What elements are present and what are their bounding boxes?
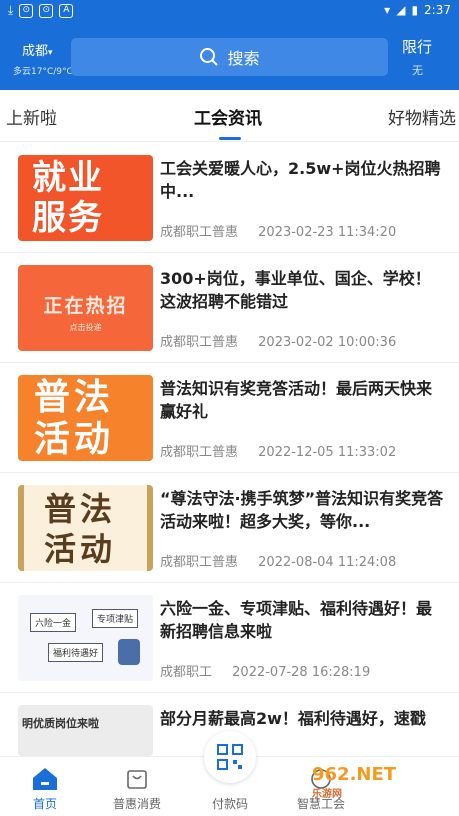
notification-icons: ⤓ ⊙ ⊙ A: [8, 3, 74, 18]
weather-text: 多云17°C/9°C: [13, 67, 73, 77]
article-thumbnail: 明优质岗位来啦: [18, 705, 153, 756]
city-name: 成都: [22, 44, 49, 59]
app-notification-icon: ⊙: [39, 3, 54, 18]
tab-new[interactable]: 上新啦: [6, 104, 57, 129]
article-thumbnail: 就业 服务: [18, 155, 153, 241]
nav-consumption[interactable]: 普惠消费: [102, 767, 172, 812]
status-bar: ⤓ ⊙ ⊙ A ▾ ◢ ▮ 2:37: [0, 0, 459, 22]
article-time: 2022-12-05 11:33:02: [258, 445, 397, 460]
chevron-down-icon: ▾: [48, 48, 53, 58]
category-tabs: 上新啦 工会资讯 好物精选: [0, 90, 459, 142]
thumbnail-text: 明优质岗位来啦: [22, 717, 99, 730]
article-title: “尊法守法·携手筑梦”普法知识有奖竞答活动来啦！超多大奖，等你...: [160, 489, 444, 531]
article-title: 六险一金、专项津贴、福利待遇好！最新招聘信息来啦: [160, 599, 433, 641]
traffic-restriction[interactable]: 限行: [402, 36, 432, 57]
article-thumbnail: 普法 活动: [18, 375, 153, 461]
app-header: 成都▾ 多云17°C/9°C 搜索 限行 无: [0, 22, 459, 90]
article-source: 成都职工普惠: [160, 445, 239, 460]
article-item[interactable]: 普法 活动 “尊法守法·携手筑梦”普法知识有奖竞答活动来啦！超多大奖，等你...…: [0, 473, 459, 583]
article-time: 2022-08-04 11:24:08: [258, 555, 397, 570]
article-meta: 成都职工普惠 2023-02-23 11:34:20: [160, 221, 396, 240]
article-time: 2023-02-02 10:00:36: [258, 335, 397, 350]
article-meta: 成都职工普惠 2022-08-04 11:24:08: [160, 551, 396, 570]
article-thumbnail: 普法 活动: [18, 485, 153, 571]
article-title: 300+岗位，事业单位、国企、学校！这波招聘不能错过: [160, 269, 431, 311]
home-icon: [33, 768, 57, 790]
qr-code-icon: [217, 744, 243, 770]
signal-icon: ◢: [396, 3, 406, 17]
payment-code-button[interactable]: [204, 731, 256, 783]
active-tab-indicator: [219, 137, 241, 140]
thumbnail-text: 普法: [34, 377, 115, 418]
article-source: 成都职工: [160, 665, 213, 680]
thumbnail-text: 正在热招: [43, 295, 128, 317]
article-item[interactable]: 普法 活动 普法知识有奖竞答活动！最后两天快来赢好礼 成都职工普惠 2022-1…: [0, 363, 459, 473]
nav-pay-code-label: 付款码: [211, 797, 248, 811]
article-thumbnail: 六险一金 专项津贴 福利待遇好: [18, 595, 153, 681]
article-title: 部分月薪最高2w！福利待遇好，速戳: [160, 709, 426, 728]
city-selector[interactable]: 成都▾: [22, 40, 53, 59]
nav-home-label: 首页: [32, 797, 57, 811]
nav-home[interactable]: 首页: [10, 767, 80, 812]
thumbnail-text: 点击投递: [69, 323, 102, 332]
article-title: 工会关爱暖人心，2.5w+岗位火热招聘中...: [160, 159, 441, 201]
nav-pay-code[interactable]: 付款码: [195, 795, 265, 812]
clock: 2:37: [424, 3, 451, 17]
download-icon: ⤓: [8, 3, 14, 17]
search-label: 搜索: [227, 49, 260, 68]
wifi-icon: ▾: [384, 3, 391, 17]
thumbnail-text: 活动: [44, 530, 117, 568]
nav-consumption-label: 普惠消费: [112, 797, 161, 811]
article-meta: 成都职工普惠 2023-02-02 10:00:36: [160, 331, 396, 350]
thumbnail-text: 就业: [32, 158, 104, 198]
thumbnail-text: 活动: [34, 419, 115, 460]
thumbnail-text: 服务: [32, 198, 104, 238]
thumbnail-text: 六险一金: [30, 613, 77, 632]
traffic-restriction-value: 无: [412, 64, 423, 77]
article-item[interactable]: 就业 服务 工会关爱暖人心，2.5w+岗位火热招聘中... 成都职工普惠 202…: [0, 143, 459, 253]
app-notification-icon: ⊙: [19, 3, 34, 18]
battery-icon: ▮: [411, 3, 419, 17]
watermark-text: 962.NET: [312, 764, 397, 785]
watermark-subtext: 乐游网: [312, 789, 342, 800]
article-thumbnail: 正在热招 点击投递: [18, 265, 153, 351]
article-source: 成都职工普惠: [160, 555, 239, 570]
search-bar[interactable]: 搜索: [71, 38, 388, 76]
article-time: 2023-02-23 11:34:20: [258, 225, 397, 240]
laptop-illustration: [118, 639, 140, 665]
tab-union-news[interactable]: 工会资讯: [194, 104, 262, 129]
article-source: 成都职工普惠: [160, 225, 239, 240]
article-time: 2022-07-28 16:28:19: [232, 665, 371, 680]
article-title: 普法知识有奖竞答活动！最后两天快来赢好礼: [160, 379, 433, 421]
thumbnail-text: 普法: [44, 490, 117, 528]
thumbnail-text: 专项津贴: [92, 609, 139, 628]
app-notification-icon: A: [59, 3, 74, 18]
thumbnail-text: 福利待遇好: [48, 643, 104, 662]
tab-featured-goods[interactable]: 好物精选: [388, 104, 456, 129]
article-meta: 成都职工 2022-07-28 16:28:19: [160, 661, 370, 680]
article-item[interactable]: 正在热招 点击投递 300+岗位，事业单位、国企、学校！这波招聘不能错过 成都职…: [0, 253, 459, 363]
watermark: 962.NET 乐游网: [312, 764, 396, 800]
article-source: 成都职工普惠: [160, 335, 239, 350]
article-item[interactable]: 六险一金 专项津贴 福利待遇好 六险一金、专项津贴、福利待遇好！最新招聘信息来啦…: [0, 583, 459, 693]
system-icons: ▾ ◢ ▮ 2:37: [384, 3, 451, 17]
search-icon: [200, 48, 219, 66]
shopping-bag-icon: [127, 770, 147, 789]
article-meta: 成都职工普惠 2022-12-05 11:33:02: [160, 441, 396, 460]
